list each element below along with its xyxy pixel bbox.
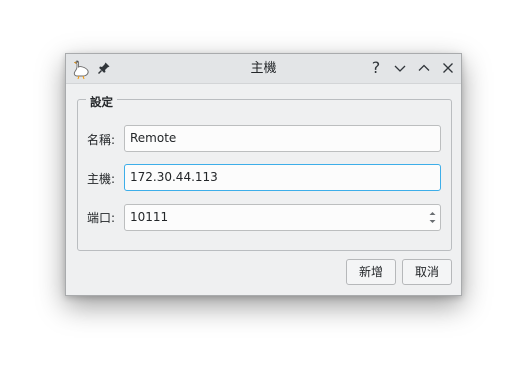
spin-arrows-icon[interactable] [425,205,440,230]
host-label: 主機: [87,172,116,186]
cancel-button[interactable]: 取消 [402,259,452,285]
settings-group-title: 設定 [86,94,117,110]
port-label: 端口: [87,211,116,225]
help-icon[interactable]: ? [369,54,383,82]
port-value: 10111 [130,210,169,224]
title-bar[interactable]: 主機 ? [66,54,461,84]
host-field[interactable]: 172.30.44.113 [124,164,441,191]
port-spinbox[interactable]: 10111 [124,204,441,231]
name-label: 名稱: [87,133,116,147]
name-field[interactable]: Remote [124,125,441,152]
close-icon[interactable] [440,60,456,76]
maximize-icon[interactable] [416,60,432,76]
add-button[interactable]: 新增 [346,259,396,285]
host-dialog: 主機 ? 設定 名稱: Remote 主機: 172.30.44.113 端口:… [65,53,462,296]
minimize-icon[interactable] [392,60,408,76]
